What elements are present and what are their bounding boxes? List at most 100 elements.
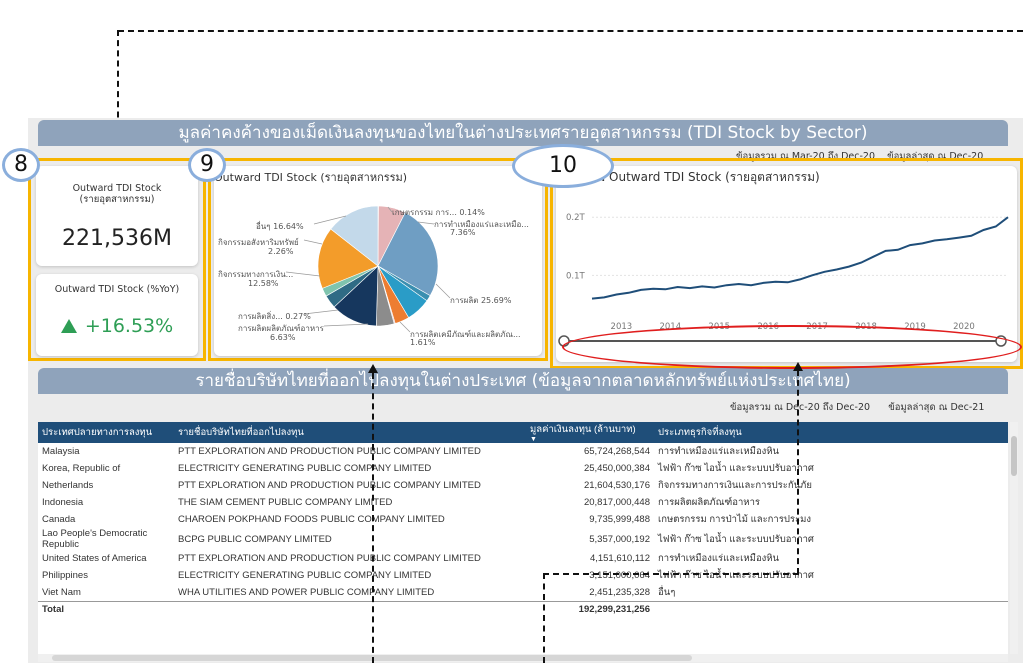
table-horizontal-scrollbar[interactable] [38,654,1008,662]
cell-company: PTT EXPLORATION AND PRODUCTION PUBLIC CO… [178,553,481,564]
pie-label-realestate-pct: 2.26% [268,247,294,256]
top-section-banner: มูลค่าคงค้างของเม็ดเงินลงทุนของไทยในต่าง… [38,120,1008,146]
cell-business: ไฟฟ้า ก๊าซ ไอน้ำ และระบบปรับอากาศ [658,570,814,581]
table-header-row: ประเทศปลายทางการลงทุน รายชื่อบริษัทไทยที… [38,422,1008,443]
total-empty-cell [174,600,526,618]
cell-business: การผลิตผลิตภัณฑ์อาหาร [658,497,761,508]
cell-company: PTT EXPLORATION AND PRODUCTION PUBLIC CO… [178,446,481,457]
scrollbar-thumb[interactable] [1011,436,1017,476]
cell-value: 2,451,235,328 [589,586,650,598]
cell-country: Indonesia [42,497,84,508]
total-label: Total [38,600,174,618]
cell-business: ไฟฟ้า ก๊าซ ไอน้ำ และระบบปรับอากาศ [658,463,814,474]
y-tick-label: 0.1T [566,271,586,281]
cell-value: 20,817,000,448 [583,497,650,508]
annotation-arrow [368,364,378,373]
cell-business: ไฟฟ้า ก๊าซ ไอน้ำ และระบบปรับอากาศ [658,533,814,545]
cell-country: Viet Nam [42,586,81,598]
company-table[interactable]: ประเทศปลายทางการลงทุน รายชื่อบริษัทไทยที… [38,422,1008,654]
pie-label-mining: การทำเหมืองแร่และเหมือ... [434,220,529,229]
annotation-dashed-line [543,573,545,663]
annotation-dashed-line [372,373,374,663]
cell-country: Netherlands [42,480,94,491]
cell-business: กิจกรรมทางการเงินและการประกันภัย [658,480,812,491]
kpi-stock-value: 221,536M [62,226,172,251]
table-row[interactable]: Indonesia THE SIAM CEMENT PUBLIC COMPANY … [38,494,1008,511]
bottom-section-banner: รายชื่อบริษัทไทยที่ออกไปลงทุนในต่างประเท… [38,368,1008,394]
bottom-section-title: รายชื่อบริษัทไทยที่ออกไปลงทุนในต่างประเท… [195,371,851,391]
pie-leader-line [435,283,451,299]
cell-business: อื่นๆ [658,586,676,598]
cell-company: CHAROEN POKPHAND FOODS PUBLIC COMPANY LI… [178,514,445,525]
cell-country: Philippines [42,570,88,581]
pie-card[interactable]: Outward TDI Stock (รายอุตสาหกรรม) เกษตรก… [214,166,542,356]
annotation-red-ellipse [562,325,1022,369]
cell-value: 9,735,999,488 [589,514,650,525]
table-row[interactable]: Lao People's Democratic Republic BCPG PUB… [38,528,1008,550]
cell-company: WHA UTILITIES AND POWER PUBLIC COMPANY L… [178,586,435,598]
cell-company: THE SIAM CEMENT PUBLIC COMPANY LIMITED [178,497,393,508]
annotation-badge-9: 9 [188,148,226,182]
table-row[interactable]: Philippines ELECTRICITY GENERATING PUBLIC… [38,567,1008,584]
cell-value: 4,151,610,112 [589,553,650,564]
pie-label-mining-pct: 7.36% [450,228,476,237]
bottom-date-note: ข้อมูลรวม ณ Dec-20 ถึง Dec-20 ข้อมูลล่าส… [730,402,985,413]
top-section-title: มูลค่าคงค้างของเม็ดเงินลงทุนของไทยในต่าง… [178,123,868,143]
x-tick-label: 2020 [953,322,975,332]
cell-country: Korea, Republic of [42,463,121,474]
cell-business: การทำเหมืองแร่และเหมืองหิน [658,553,780,564]
col-header-country[interactable]: ประเทศปลายทางการลงทุน [38,422,174,443]
cell-country: United States of America [42,553,147,564]
kpi-yoy-title: Outward TDI Stock (%YoY) [54,284,180,295]
table-total-row: Total 192,299,231,256 [38,600,1008,618]
table-row[interactable]: Netherlands PTT EXPLORATION AND PRODUCTIO… [38,477,1008,494]
cell-business: เกษตรกรรม การป่าไม้ และการประมง [658,514,811,525]
cell-company: ELECTRICITY GENERATING PUBLIC COMPANY LI… [178,463,432,474]
series-line[interactable] [591,216,1009,300]
y-tick-label: 0.2T [566,213,586,223]
cell-business: การทำเหมืองแร่และเหมืองหิน [658,446,780,457]
cell-value: 25,450,000,384 [583,463,650,474]
up-triangle-icon [60,319,77,333]
kpi-stock-title: Outward TDI Stock (รายอุตสาหกรรม) [72,183,162,205]
cell-country: Malaysia [42,446,80,457]
col-header-value[interactable]: มูลค่าเงินลงทุน (ล้านบาท) ▼ [526,422,654,443]
annotation-dashed-line [543,573,799,575]
pie-label-food-pct: 6.63% [270,333,296,342]
total-value: 192,299,231,256 [526,600,654,618]
cell-country: Lao People's Democratic Republic [42,528,148,550]
cell-company: ELECTRICITY GENERATING PUBLIC COMPANY LI… [178,570,432,581]
table-row[interactable]: Canada CHAROEN POKPHAND FOODS PUBLIC COMP… [38,511,1008,528]
kpi-yoy-card[interactable]: Outward TDI Stock (%YoY) +16.53% [36,274,198,356]
pie-leader-line [323,323,369,327]
cell-company: PTT EXPLORATION AND PRODUCTION PUBLIC CO… [178,480,481,491]
annotation-dashed-line [118,30,1023,32]
cell-country: Canada [42,514,76,525]
annotation-arrow [793,362,803,371]
cell-value: 3,151,000,064 [589,570,650,581]
annotation-badge-8: 8 [2,148,40,182]
table-row[interactable]: United States of America PTT EXPLORATION … [38,550,1008,567]
pie-label-chem-pct: 1.61% [410,338,436,347]
col-header-company[interactable]: รายชื่อบริษัทไทยที่ออกไปลงทุน [174,422,526,443]
total-empty-cell [654,600,1008,618]
pie-leader-line [303,239,323,245]
pie-label-other: อื่นๆ 16.64% [256,222,304,231]
cell-value: 5,357,000,192 [589,533,650,545]
cell-company: BCPG PUBLIC COMPANY LIMITED [178,533,332,545]
table-vertical-scrollbar[interactable] [1010,422,1018,654]
pie-label-fin-pct: 12.58% [248,279,279,288]
annotation-badge-10: 10 [512,144,614,188]
dashboard-report: มูลค่าคงค้างของเม็ดเงินลงทุนของไทยในต่าง… [28,118,1023,663]
annotation-dashed-line [797,370,799,574]
kpi-yoy-value-row: +16.53% [36,315,198,337]
table-row[interactable]: Korea, Republic of ELECTRICITY GENERATING… [38,460,1008,477]
table-row[interactable]: Malaysia PTT EXPLORATION AND PRODUCTION P… [38,443,1008,460]
kpi-yoy-value: +16.53% [84,315,174,337]
table-row[interactable]: Viet Nam WHA UTILITIES AND POWER PUBLIC C… [38,584,1008,601]
pie-leader-line [399,321,411,333]
col-header-business[interactable]: ประเภทธุรกิจที่ลงทุน [654,422,1008,443]
kpi-stock-card[interactable]: Outward TDI Stock (รายอุตสาหกรรม) 221,53… [36,166,198,266]
cell-value: 21,604,530,176 [583,480,650,491]
pie-label-manuf: การผลิต 25.69% [450,296,512,305]
